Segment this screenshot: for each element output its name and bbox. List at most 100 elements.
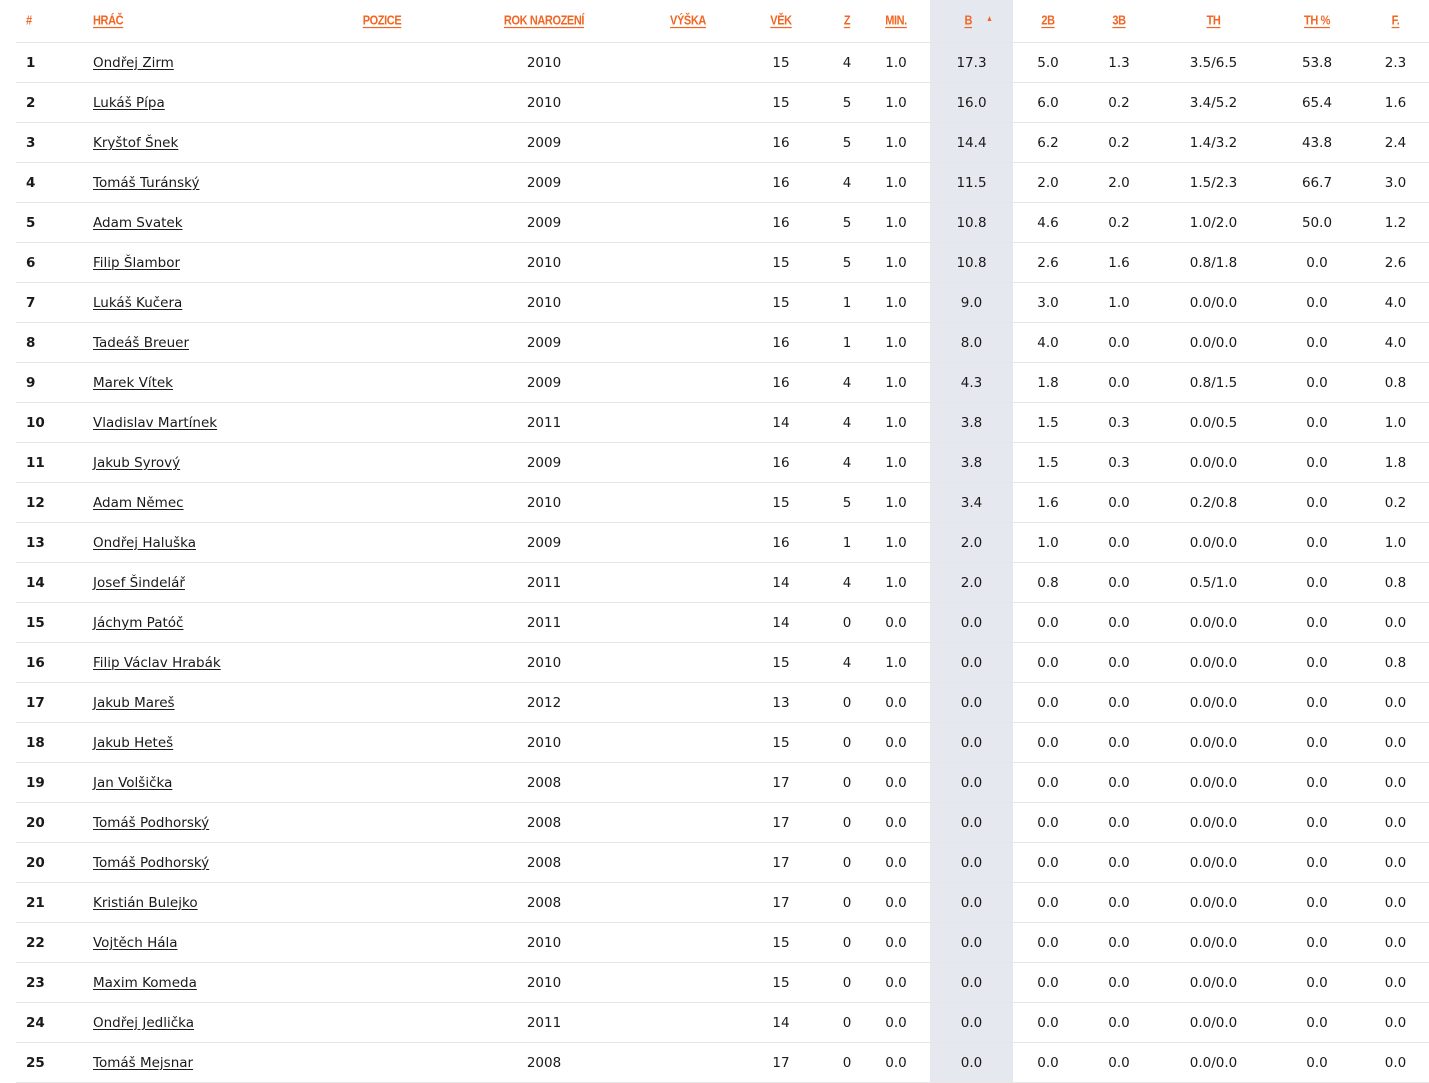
two-pointers-cell: 0.0	[1013, 1002, 1083, 1043]
player-name-link[interactable]: Maxim Komeda	[93, 975, 197, 991]
column-header-free-throws[interactable]: TH	[1155, 0, 1272, 48]
two-pointers-cell: 6.2	[1013, 122, 1083, 163]
three-pointers-cell: 0.0	[1083, 602, 1155, 643]
minutes-cell: 0.0	[862, 802, 930, 843]
fouls-cell: 2.3	[1362, 42, 1429, 83]
free-throw-pct-cell: 0.0	[1272, 442, 1362, 483]
column-header-fouls[interactable]: F.	[1362, 0, 1429, 48]
column-header-rank[interactable]: #	[16, 0, 93, 48]
points-cell: 16.0	[930, 82, 1013, 123]
age-cell: 15	[730, 282, 832, 323]
free-throw-pct-cell: 0.0	[1272, 922, 1362, 963]
player-name-link[interactable]: Marek Vítek	[93, 375, 173, 391]
two-pointers-cell: 0.0	[1013, 762, 1083, 803]
player-name-link[interactable]: Adam Němec	[93, 495, 184, 511]
birth-year-cell: 2010	[442, 242, 646, 283]
fouls-cell: 0.0	[1362, 682, 1429, 723]
column-header-player[interactable]: Hráč	[93, 0, 322, 48]
minutes-cell: 0.0	[862, 1042, 930, 1083]
three-pointers-cell: 0.0	[1083, 1002, 1155, 1043]
column-header-position[interactable]: Pozice	[322, 0, 442, 48]
player-name-link[interactable]: Kryštof Šnek	[93, 135, 178, 151]
age-cell: 15	[730, 482, 832, 523]
position-cell	[322, 762, 442, 803]
player-name-link[interactable]: Adam Svatek	[93, 215, 183, 231]
fouls-cell: 0.0	[1362, 882, 1429, 923]
player-name-link[interactable]: Tomáš Turánský	[93, 175, 199, 191]
player-name-link[interactable]: Tadeáš Breuer	[93, 335, 189, 351]
position-cell	[322, 802, 442, 843]
player-name-link[interactable]: Ondřej Haluška	[93, 535, 196, 551]
column-header-points[interactable]: B ▲	[930, 0, 1013, 48]
player-name-link[interactable]: Josef Šindelář	[93, 575, 185, 591]
position-cell	[322, 722, 442, 763]
age-cell: 15	[730, 82, 832, 123]
age-cell: 16	[730, 202, 832, 243]
player-cell: Adam Němec	[93, 482, 322, 523]
position-cell	[322, 682, 442, 723]
player-name-link[interactable]: Lukáš Kučera	[93, 295, 182, 311]
player-name-link[interactable]: Jakub Heteš	[93, 735, 173, 751]
points-cell: 0.0	[930, 842, 1013, 883]
column-header-minutes[interactable]: Min.	[862, 0, 930, 48]
free-throw-pct-cell: 0.0	[1272, 522, 1362, 563]
minutes-cell: 1.0	[862, 162, 930, 203]
column-header-two-pointers[interactable]: 2B	[1013, 0, 1083, 48]
column-header-age[interactable]: Věk	[730, 0, 832, 48]
player-name-link[interactable]: Ondřej Jedlička	[93, 1015, 194, 1031]
column-header-games[interactable]: Z	[832, 0, 862, 48]
player-cell: Jakub Mareš	[93, 682, 322, 723]
player-cell: Josef Šindelář	[93, 562, 322, 603]
rank-cell: 9	[16, 362, 93, 403]
player-name-link[interactable]: Lukáš Pípa	[93, 95, 165, 111]
player-name-link[interactable]: Tomáš Podhorský	[93, 855, 209, 871]
player-name-link[interactable]: Vladislav Martínek	[93, 415, 217, 431]
height-cell	[646, 1042, 730, 1083]
free-throw-pct-cell: 0.0	[1272, 802, 1362, 843]
minutes-cell: 1.0	[862, 82, 930, 123]
free-throw-pct-cell: 43.8	[1272, 122, 1362, 163]
position-cell	[322, 602, 442, 643]
three-pointers-cell: 0.0	[1083, 322, 1155, 363]
column-header-birth-year[interactable]: Rok narození	[442, 0, 646, 48]
position-cell	[322, 1042, 442, 1083]
points-cell: 2.0	[930, 522, 1013, 563]
free-throws-cell: 0.0/0.0	[1155, 1042, 1272, 1083]
player-name-link[interactable]: Tomáš Mejsnar	[93, 1055, 193, 1071]
age-cell: 14	[730, 602, 832, 643]
player-name-link[interactable]: Jáchym Patóč	[93, 615, 183, 631]
age-cell: 15	[730, 962, 832, 1003]
player-name-link[interactable]: Filip Šlambor	[93, 255, 180, 271]
games-cell: 0	[832, 962, 862, 1003]
birth-year-cell: 2010	[442, 82, 646, 123]
free-throws-cell: 1.5/2.3	[1155, 162, 1272, 203]
rank-cell: 4	[16, 162, 93, 203]
free-throw-pct-cell: 0.0	[1272, 242, 1362, 283]
player-name-link[interactable]: Jakub Mareš	[93, 695, 175, 711]
three-pointers-cell: 1.6	[1083, 242, 1155, 283]
games-cell: 4	[832, 562, 862, 603]
height-cell	[646, 682, 730, 723]
rank-cell: 20	[16, 842, 93, 883]
table-row: 11 Jakub Syrový 2009 16 4 1.0 3.8 1.5 0.3 0.0/0.0…	[16, 442, 1429, 483]
free-throws-cell: 0.8/1.8	[1155, 242, 1272, 283]
player-cell: Marek Vítek	[93, 362, 322, 403]
rank-cell: 2	[16, 82, 93, 123]
player-name-link[interactable]: Jan Volšička	[93, 775, 172, 791]
player-name-link[interactable]: Tomáš Podhorský	[93, 815, 209, 831]
free-throws-cell: 0.0/0.0	[1155, 522, 1272, 563]
player-name-link[interactable]: Kristián Bulejko	[93, 895, 198, 911]
height-cell	[646, 202, 730, 243]
rank-cell: 13	[16, 522, 93, 563]
player-name-link[interactable]: Vojtěch Hála	[93, 935, 178, 951]
column-header-free-throw-pct[interactable]: TH %	[1272, 0, 1362, 48]
table-row: 21 Kristián Bulejko 2008 17 0 0.0 0.0 0.0 0.0 0.0…	[16, 882, 1429, 923]
player-name-link[interactable]: Ondřej Zirm	[93, 55, 174, 71]
player-name-link[interactable]: Jakub Syrový	[93, 455, 180, 471]
fouls-cell: 0.0	[1362, 762, 1429, 803]
column-header-height[interactable]: Výška	[646, 0, 730, 48]
player-name-link[interactable]: Filip Václav Hrabák	[93, 655, 221, 671]
column-header-three-pointers[interactable]: 3B	[1083, 0, 1155, 48]
minutes-cell: 0.0	[862, 922, 930, 963]
height-cell	[646, 282, 730, 323]
